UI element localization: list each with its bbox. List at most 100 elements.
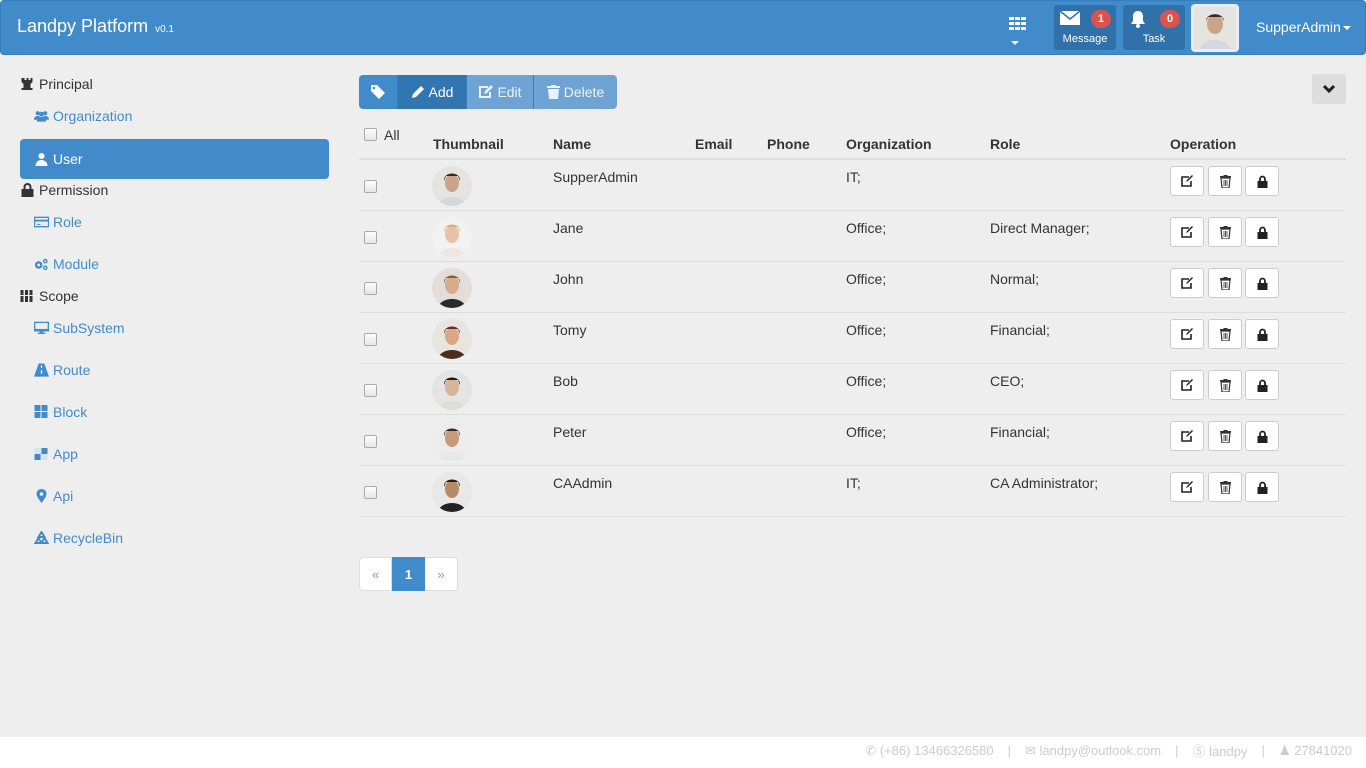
edit-icon — [1181, 328, 1193, 340]
trash-icon — [1219, 429, 1231, 443]
table-row: Jane Office; Direct Manager; — [359, 211, 1346, 262]
row-lock-button[interactable] — [1245, 268, 1279, 298]
user-thumbnail — [432, 472, 472, 512]
cell-organization: Office; — [846, 373, 887, 389]
user-thumbnail — [432, 268, 472, 308]
edit-icon — [1181, 175, 1193, 187]
row-delete-button[interactable] — [1208, 268, 1242, 298]
lock-icon — [21, 183, 34, 197]
cell-role: CEO; — [990, 373, 1025, 389]
apps-menu[interactable] — [1009, 17, 1039, 46]
sidebar-item-api[interactable]: Api — [34, 488, 73, 504]
row-lock-button[interactable] — [1245, 217, 1279, 247]
row-lock-button[interactable] — [1245, 319, 1279, 349]
message-count-badge: 1 — [1091, 10, 1111, 28]
edit-icon — [479, 85, 494, 98]
row-lock-button[interactable] — [1245, 166, 1279, 196]
row-edit-button[interactable] — [1170, 268, 1204, 298]
edit-icon — [1181, 430, 1193, 442]
row-edit-button[interactable] — [1170, 319, 1204, 349]
lock-icon — [1257, 175, 1267, 188]
task-button[interactable]: 0 Task — [1123, 5, 1185, 50]
table-row: Tomy Office; Financial; — [359, 313, 1346, 364]
collapse-button[interactable] — [1312, 74, 1346, 104]
sidebar-item-organization[interactable]: Organization — [34, 108, 132, 124]
row-lock-button[interactable] — [1245, 370, 1279, 400]
user-thumbnail — [432, 166, 472, 206]
item-label: Organization — [53, 108, 133, 124]
edit-icon — [1181, 379, 1193, 391]
row-delete-button[interactable] — [1208, 421, 1242, 451]
col-thumbnail: Thumbnail — [433, 136, 504, 152]
sidebar-group-permission: Permission — [20, 182, 108, 198]
prev-page-button[interactable]: « — [359, 557, 392, 591]
edit-label: Edit — [497, 84, 522, 100]
item-label: Api — [53, 488, 74, 504]
sidebar-item-subsystem[interactable]: SubSystem — [34, 320, 125, 336]
users-icon — [34, 111, 49, 122]
select-all-checkbox[interactable] — [364, 128, 377, 141]
lock-icon — [1257, 277, 1267, 290]
row-delete-button[interactable] — [1208, 472, 1242, 502]
user-thumbnail — [432, 421, 472, 461]
trash-icon — [1219, 174, 1231, 188]
cell-name: CAAdmin — [553, 475, 613, 491]
row-lock-button[interactable] — [1245, 472, 1279, 502]
delete-button[interactable]: Delete — [534, 75, 617, 109]
row-checkbox[interactable] — [364, 180, 377, 193]
thumbnail-photo — [432, 421, 472, 461]
task-count-badge: 0 — [1160, 10, 1180, 28]
footer-email[interactable]: ✉ landpy@outlook.com — [1025, 743, 1161, 759]
cell-organization: Office; — [846, 322, 887, 338]
thumbnail-photo — [432, 319, 472, 359]
row-delete-button[interactable] — [1208, 217, 1242, 247]
sidebar-item-module[interactable]: Module — [34, 256, 99, 272]
message-button[interactable]: 1 Message — [1054, 5, 1116, 50]
row-checkbox[interactable] — [364, 435, 377, 448]
brand[interactable]: Landpy Platform v0.1 — [17, 16, 174, 37]
edit-button[interactable]: Edit — [467, 75, 534, 109]
cell-name: John — [553, 271, 584, 287]
footer-phone: ✆ (+86) 13466326580 — [865, 743, 993, 759]
row-lock-button[interactable] — [1245, 421, 1279, 451]
row-delete-button[interactable] — [1208, 166, 1242, 196]
sidebar-item-route[interactable]: Route — [34, 362, 90, 378]
user-menu[interactable]: SupperAdmin — [1256, 19, 1351, 35]
user-thumbnail — [432, 319, 472, 359]
item-label: RecycleBin — [53, 530, 124, 546]
row-edit-button[interactable] — [1170, 166, 1204, 196]
caret-down-icon — [1011, 41, 1019, 46]
sidebar-item-block[interactable]: Block — [34, 404, 87, 420]
sidebar-item-role[interactable]: Role — [34, 214, 82, 230]
row-edit-button[interactable] — [1170, 421, 1204, 451]
next-page-button[interactable]: » — [425, 557, 458, 591]
footer: ✆ (+86) 13466326580 | ✉ landpy@outlook.c… — [0, 737, 1366, 768]
edit-icon — [1181, 481, 1193, 493]
row-edit-button[interactable] — [1170, 370, 1204, 400]
item-label: Route — [53, 362, 91, 378]
user-avatar[interactable] — [1191, 4, 1239, 52]
task-label: Task — [1142, 33, 1166, 45]
edit-icon — [1181, 277, 1193, 289]
thumbnail-photo — [432, 268, 472, 308]
page-1-button[interactable]: 1 — [392, 557, 425, 591]
sidebar-item-user[interactable]: User — [20, 139, 329, 179]
row-checkbox[interactable] — [364, 384, 377, 397]
sidebar-item-recyclebin[interactable]: RecycleBin — [34, 530, 123, 546]
row-checkbox[interactable] — [364, 231, 377, 244]
row-edit-button[interactable] — [1170, 217, 1204, 247]
row-checkbox[interactable] — [364, 486, 377, 499]
col-email: Email — [695, 136, 733, 152]
row-edit-button[interactable] — [1170, 472, 1204, 502]
sidebar-item-app[interactable]: App — [34, 446, 78, 462]
row-checkbox[interactable] — [364, 333, 377, 346]
row-delete-button[interactable] — [1208, 319, 1242, 349]
message-label: Message — [1062, 33, 1108, 45]
trash-icon — [1219, 378, 1231, 392]
skype-text: landpy — [1209, 744, 1248, 759]
row-delete-button[interactable] — [1208, 370, 1242, 400]
tag-button[interactable] — [359, 75, 398, 109]
row-checkbox[interactable] — [364, 282, 377, 295]
trash-icon — [546, 85, 560, 99]
add-button[interactable]: Add — [398, 75, 467, 109]
